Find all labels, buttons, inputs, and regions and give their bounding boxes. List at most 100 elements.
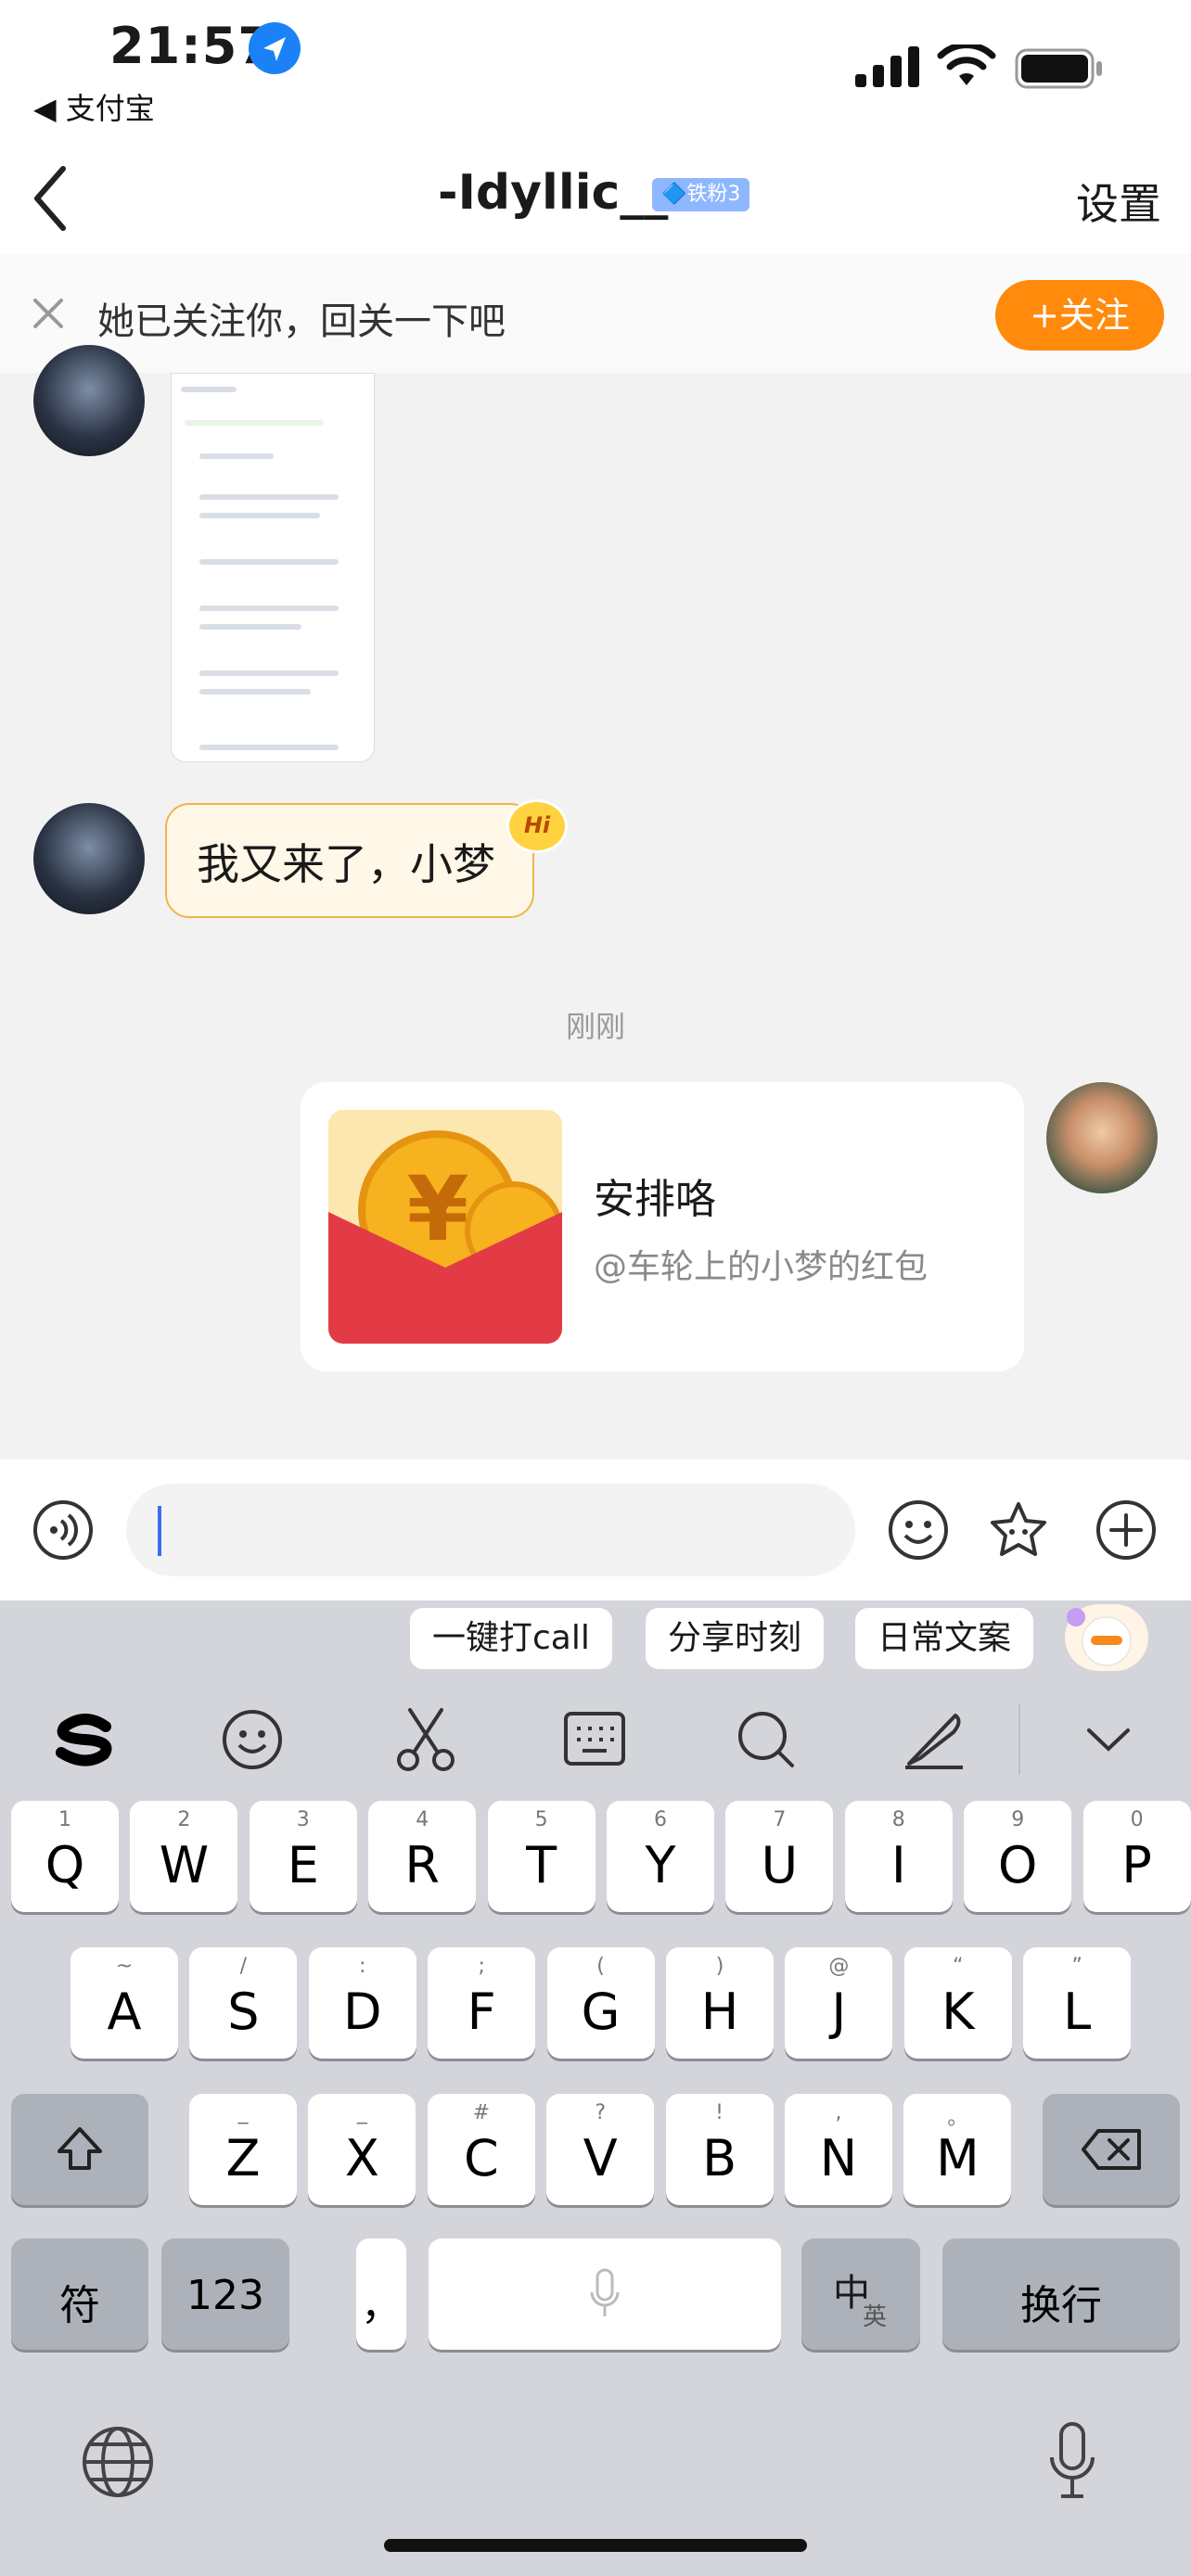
suggestion-chip[interactable]: 分享时刻 xyxy=(646,1608,825,1669)
key-letter: Y xyxy=(645,1836,676,1894)
key-x[interactable]: _ X xyxy=(308,2094,416,2205)
key-l[interactable]: ” L xyxy=(1023,1947,1132,2059)
mascot-icon[interactable] xyxy=(1065,1604,1148,1671)
dictation-mic-icon[interactable] xyxy=(1046,2420,1098,2502)
message-input[interactable] xyxy=(126,1484,855,1576)
key-h[interactable]: ) H xyxy=(666,1947,774,2059)
keyboard: 一键打call 分享时刻 日常文案 1 Q 2 W 3 E 4 R 5 T 6 … xyxy=(0,1600,1191,2576)
numbers-key[interactable]: 123 xyxy=(161,2238,289,2350)
globe-icon[interactable] xyxy=(80,2424,156,2500)
image-message-thumbnail[interactable] xyxy=(171,373,375,762)
chat-messages[interactable]: 我又来了，小梦 Hi 刚刚 ¥ 安排咯 @车轮上的小梦的红包 xyxy=(0,345,1191,1460)
key-w[interactable]: 2W xyxy=(130,1801,238,1912)
key-hint: ) xyxy=(715,1955,724,1978)
red-packet-image: ¥ xyxy=(328,1110,562,1344)
battery-icon xyxy=(1015,48,1102,89)
scissors-icon[interactable] xyxy=(390,1702,462,1775)
key-o[interactable]: 9O xyxy=(964,1801,1072,1912)
key-hint: : xyxy=(359,1955,366,1978)
return-key[interactable]: 换行 xyxy=(942,2238,1180,2350)
key-s[interactable]: / S xyxy=(189,1947,298,2059)
settings-button[interactable]: 设置 xyxy=(1076,171,1161,232)
key-z[interactable]: _ Z xyxy=(189,2094,297,2205)
backspace-key[interactable] xyxy=(1043,2094,1180,2205)
language-switch-key[interactable]: 中 英 xyxy=(801,2238,920,2350)
location-arrow-icon xyxy=(249,22,301,74)
sender-avatar[interactable] xyxy=(33,345,145,456)
key-p[interactable]: 0P xyxy=(1082,1801,1191,1912)
key-letter: O xyxy=(997,1836,1038,1894)
key-a[interactable]: ~ A xyxy=(70,1947,178,2059)
sogou-logo-icon[interactable] xyxy=(48,1702,121,1775)
back-arrow-icon[interactable] xyxy=(28,161,72,236)
chat-header: -Idyllic__ 🔷铁粉3 设置 xyxy=(0,139,1191,254)
key-g[interactable]: (G xyxy=(546,1947,655,2059)
add-icon[interactable] xyxy=(1095,1498,1158,1562)
key-j[interactable]: @ J xyxy=(785,1947,893,2059)
key-hint: _ xyxy=(356,2101,367,2124)
key-hint: ( xyxy=(596,1955,605,1978)
key-n[interactable]: ,N xyxy=(785,2094,892,2205)
key-v[interactable]: ? V xyxy=(546,2094,655,2205)
status-bar: 21:57 ◀ 支付宝 xyxy=(0,0,1191,139)
key-letter: S xyxy=(227,1983,260,2041)
follow-button[interactable]: +关注 xyxy=(995,280,1164,351)
key-b[interactable]: ! B xyxy=(665,2094,774,2205)
red-packet-subtitle: @车轮上的小梦的红包 xyxy=(594,1248,928,1286)
search-icon[interactable] xyxy=(729,1702,801,1775)
key-letter: X xyxy=(344,2129,379,2187)
my-avatar[interactable] xyxy=(1046,1082,1158,1193)
sender-avatar[interactable] xyxy=(33,803,145,914)
emoji-icon[interactable] xyxy=(887,1498,950,1562)
pen-icon[interactable] xyxy=(898,1702,970,1775)
back-to-app-link[interactable]: ◀ 支付宝 xyxy=(33,85,155,128)
key-c[interactable]: # C xyxy=(427,2094,535,2205)
key-k[interactable]: “K xyxy=(903,1947,1012,2059)
home-indicator xyxy=(384,2539,807,2552)
key-hint: 6 xyxy=(654,1808,667,1831)
key-hint: ! xyxy=(715,2101,724,2124)
key-r[interactable]: 4R xyxy=(368,1801,477,1912)
key-hint: 5 xyxy=(534,1808,548,1831)
key-f[interactable]: ; F xyxy=(428,1947,536,2059)
key-y[interactable]: 6Y xyxy=(607,1801,714,1912)
space-key[interactable] xyxy=(429,2238,781,2350)
key-letter: C xyxy=(463,2129,499,2187)
key-t[interactable]: 5T xyxy=(487,1801,596,1912)
key-u[interactable]: 7U xyxy=(725,1801,834,1912)
key-letter: J xyxy=(831,1983,847,2041)
hi-greeting-badge: Hi xyxy=(506,799,568,853)
key-hint: 3 xyxy=(296,1808,310,1831)
key-q[interactable]: 1Q xyxy=(11,1801,119,1912)
voice-input-icon[interactable] xyxy=(32,1498,95,1562)
red-packet-card[interactable]: ¥ 安排咯 @车轮上的小梦的红包 xyxy=(301,1082,1024,1371)
keyboard-switch-icon[interactable] xyxy=(558,1702,631,1775)
key-letter: I xyxy=(890,1836,906,1894)
key-i[interactable]: 8I xyxy=(844,1801,953,1912)
text-message-bubble[interactable]: 我又来了，小梦 xyxy=(165,803,534,918)
shift-key[interactable] xyxy=(11,2094,148,2205)
suggestion-chip[interactable]: 日常文案 xyxy=(855,1608,1034,1669)
key-hint: 。 xyxy=(947,2107,968,2130)
key-hint: 2 xyxy=(177,1808,191,1831)
keyboard-toolbar xyxy=(0,1688,1191,1790)
sticker-icon[interactable] xyxy=(987,1498,1050,1562)
key-letter: R xyxy=(404,1836,440,1894)
key-d[interactable]: :D xyxy=(308,1947,416,2059)
follow-back-prompt: 她已关注你，回关一下吧 xyxy=(97,300,506,343)
symbols-key[interactable]: 符 xyxy=(11,2238,148,2350)
key-m[interactable]: 。 M xyxy=(903,2094,1012,2205)
key-letter: L xyxy=(1063,1983,1092,2041)
chat-title: -Idyllic__ xyxy=(438,165,669,221)
key-letter: G xyxy=(581,1983,621,2041)
key-letter: N xyxy=(819,2129,858,2187)
chevron-down-icon[interactable] xyxy=(1072,1702,1145,1775)
emoji-keyboard-icon[interactable] xyxy=(217,1702,289,1775)
comma-key[interactable]: ， xyxy=(356,2238,406,2350)
key-letter: A xyxy=(107,1983,142,2041)
suggestion-chip[interactable]: 一键打call xyxy=(410,1608,612,1669)
key-e[interactable]: 3E xyxy=(249,1801,357,1912)
key-letter: K xyxy=(941,1983,975,2041)
close-icon[interactable] xyxy=(32,297,65,330)
key-letter: B xyxy=(702,2129,737,2187)
